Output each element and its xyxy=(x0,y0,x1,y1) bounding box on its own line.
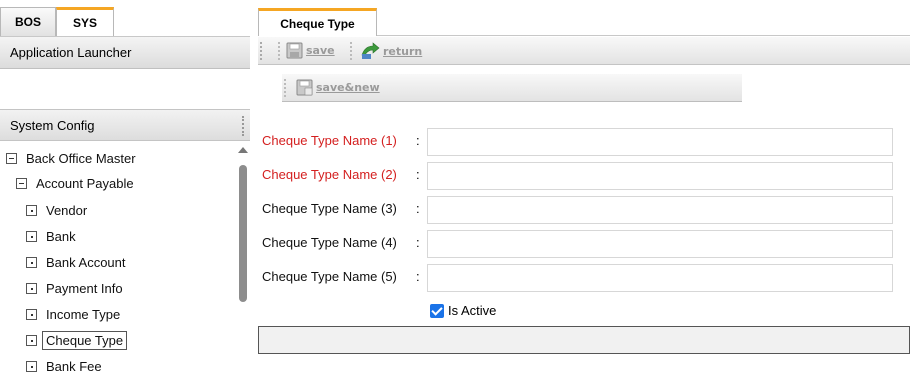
field-label: Cheque Type Name (1) xyxy=(262,133,397,148)
cheque-type-name-3-input[interactable] xyxy=(427,196,893,224)
return-icon xyxy=(361,42,380,59)
tree-node-label: Account Payable xyxy=(36,175,134,191)
field-colon: : xyxy=(416,133,420,148)
leaf-node-icon xyxy=(26,230,37,242)
tree-item-label: Payment Info xyxy=(46,280,123,296)
tree-item-bank-account[interactable]: Bank Account xyxy=(26,251,126,273)
return-label: return xyxy=(383,44,423,58)
tree-item-bank[interactable]: Bank xyxy=(26,225,76,247)
field-colon: : xyxy=(416,235,420,250)
toolbar-separator xyxy=(284,79,286,97)
save-label: save xyxy=(306,44,335,57)
secondary-toolbar: save&new xyxy=(282,74,742,102)
tab-sys[interactable]: SYS xyxy=(56,7,114,36)
tree-item-label: Bank Fee xyxy=(46,358,102,374)
main-toolbar: save return xyxy=(258,37,910,65)
form-row-name-2: Cheque Type Name (2) : xyxy=(262,162,902,190)
tree-item-vendor[interactable]: Vendor xyxy=(26,199,87,221)
form-row-name-4: Cheque Type Name (4) : xyxy=(262,230,902,258)
leaf-node-icon xyxy=(26,308,37,320)
system-config-label: System Config xyxy=(10,117,95,133)
tab-strip-divider xyxy=(377,35,910,36)
cheque-type-name-2-input[interactable] xyxy=(427,162,893,190)
leaf-node-icon xyxy=(26,360,37,372)
navigation-tree: Back Office Master Account Payable Vendo… xyxy=(0,143,236,379)
toolbar-separator xyxy=(350,42,352,60)
cheque-type-name-5-input[interactable] xyxy=(427,264,893,292)
field-colon: : xyxy=(416,201,420,216)
leaf-node-icon xyxy=(26,334,37,346)
save-and-new-label: save&new xyxy=(316,81,380,94)
tree-scrollbar-thumb[interactable] xyxy=(239,165,247,302)
tree-item-label: Cheque Type xyxy=(42,330,128,350)
tree-node-back-office-master[interactable]: Back Office Master xyxy=(6,147,136,169)
tree-item-label: Vendor xyxy=(46,202,88,218)
toolbar-separator xyxy=(278,42,280,60)
is-active-checkbox[interactable]: Is Active xyxy=(430,303,496,318)
tab-bos[interactable]: BOS xyxy=(0,7,56,36)
save-and-new-button[interactable]: save&new xyxy=(296,79,380,96)
tree-item-cheque-type[interactable]: Cheque Type xyxy=(26,329,128,351)
leaf-node-icon xyxy=(26,204,37,216)
application-launcher-header[interactable]: Application Launcher xyxy=(0,36,250,69)
module-tabs: BOS SYS xyxy=(0,0,250,36)
field-label: Cheque Type Name (2) xyxy=(262,167,397,182)
panel-grip-icon[interactable] xyxy=(242,116,244,136)
tree-item-income-type[interactable]: Income Type xyxy=(26,303,120,325)
field-label: Cheque Type Name (3) xyxy=(262,201,397,216)
cheque-type-name-1-input[interactable] xyxy=(427,128,893,156)
form-row-name-1: Cheque Type Name (1) : xyxy=(262,128,902,156)
tree-item-label: Bank Account xyxy=(46,254,126,270)
field-colon: : xyxy=(416,269,420,284)
tree-item-label: Income Type xyxy=(46,306,121,322)
is-active-label: Is Active xyxy=(448,303,497,318)
save-button[interactable]: save xyxy=(286,42,335,59)
field-label: Cheque Type Name (5) xyxy=(262,269,397,284)
scroll-up-icon[interactable] xyxy=(238,147,248,153)
cheque-type-name-4-input[interactable] xyxy=(427,230,893,258)
system-config-header[interactable]: System Config xyxy=(0,109,250,141)
application-launcher-label: Application Launcher xyxy=(10,45,132,60)
leaf-node-icon xyxy=(26,282,37,294)
save-new-icon xyxy=(296,79,313,96)
collapse-icon[interactable] xyxy=(16,177,27,189)
return-button[interactable]: return xyxy=(360,42,422,60)
save-icon xyxy=(286,42,303,59)
tab-cheque-type[interactable]: Cheque Type xyxy=(258,8,377,36)
field-label: Cheque Type Name (4) xyxy=(262,235,397,250)
tree-item-bank-fee[interactable]: Bank Fee xyxy=(26,355,102,377)
form-row-name-3: Cheque Type Name (3) : xyxy=(262,196,902,224)
tree-node-label: Back Office Master xyxy=(26,150,136,166)
leaf-node-icon xyxy=(26,256,37,268)
toolbar-grip-icon[interactable] xyxy=(260,42,264,60)
checkbox-checked-icon[interactable] xyxy=(430,303,444,318)
field-colon: : xyxy=(416,167,420,182)
tree-node-account-payable[interactable]: Account Payable xyxy=(16,172,134,194)
form-row-name-5: Cheque Type Name (5) : xyxy=(262,264,902,292)
collapse-icon[interactable] xyxy=(6,152,17,164)
tree-item-label: Bank xyxy=(46,228,76,244)
tree-item-payment-info[interactable]: Payment Info xyxy=(26,277,123,299)
status-bar xyxy=(258,326,910,354)
